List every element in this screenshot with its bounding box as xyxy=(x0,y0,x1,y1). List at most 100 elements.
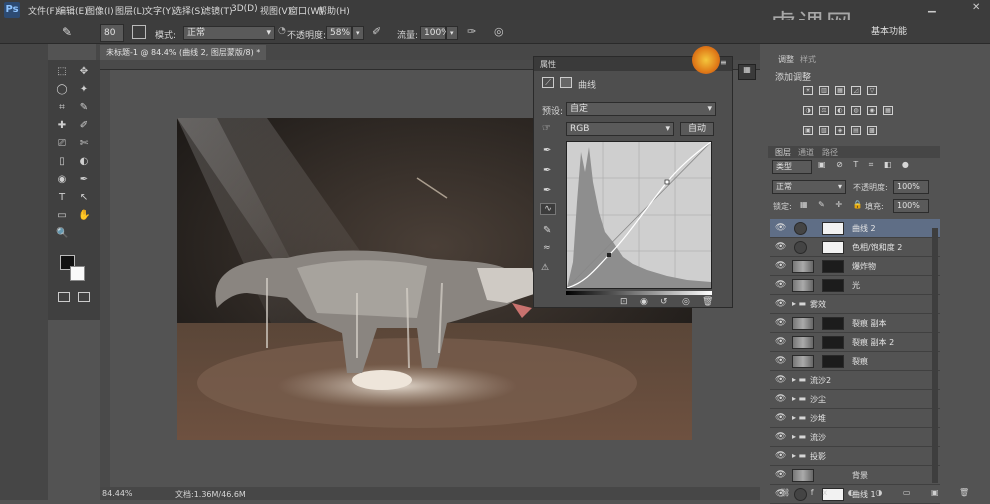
layer-row[interactable]: 👁 裂痕 xyxy=(770,352,940,371)
tab-layers[interactable]: 图层 xyxy=(775,147,791,158)
fill-input[interactable]: 100% xyxy=(893,199,929,213)
hand-icon[interactable]: ✋ xyxy=(78,210,90,222)
adjustment-icon[interactable]: ▩ xyxy=(867,126,877,135)
visibility-icon[interactable]: ◎ xyxy=(682,297,690,307)
background-color-swatch[interactable] xyxy=(70,266,85,281)
crop-icon[interactable]: ⌗ xyxy=(56,102,68,114)
flow-input[interactable]: 100% xyxy=(420,26,450,40)
adjustment-icon[interactable]: ⚖ xyxy=(819,106,829,115)
mask-thumbnail[interactable] xyxy=(822,279,844,292)
eye-icon[interactable]: 👁 xyxy=(775,333,786,352)
layer-row[interactable]: 👁 色相/饱和度 2 xyxy=(770,238,940,257)
eye-icon[interactable]: 👁 xyxy=(775,295,786,314)
eye-icon[interactable]: 👁 xyxy=(775,257,786,276)
folder-icon[interactable]: ▸ ▬ xyxy=(792,451,806,460)
histogram-warning-icon[interactable]: ⚠ xyxy=(541,263,549,273)
adjustment-icon[interactable]: ◉ xyxy=(867,106,877,115)
gray-eyedropper-icon[interactable]: ✒ xyxy=(543,165,551,176)
adjustment-icon[interactable]: ◍ xyxy=(851,106,861,115)
mask-thumbnail[interactable] xyxy=(822,317,844,330)
lock-icons[interactable]: ▦ ✎ ✛ 🔒 xyxy=(800,200,867,209)
workspace-select[interactable]: 基本功能 xyxy=(868,26,928,40)
adjustment-icon[interactable]: ▧ xyxy=(819,126,829,135)
mask-thumbnail[interactable] xyxy=(822,336,844,349)
marquee-icon[interactable]: ⬚ xyxy=(56,66,68,78)
layer-row[interactable]: 👁 ▸ ▬ 投影 xyxy=(770,447,940,466)
menu-item[interactable]: 文字(Y) xyxy=(144,4,175,17)
eyedropper-icon[interactable]: ✐ xyxy=(78,120,90,132)
mask-thumbnail[interactable] xyxy=(822,241,844,254)
shape-icon[interactable]: ▭ xyxy=(56,210,68,222)
airbrush-icon[interactable]: ✑ xyxy=(467,25,476,38)
eye-icon[interactable]: 👁 xyxy=(775,447,786,466)
adjustment-icon[interactable]: ☀ xyxy=(803,86,813,95)
brush-size-picker[interactable]: 80 xyxy=(100,24,124,42)
folder-icon[interactable]: ▸ ▬ xyxy=(792,375,806,384)
move-icon[interactable]: ✥ xyxy=(78,66,90,78)
eye-icon[interactable]: 👁 xyxy=(775,371,786,390)
eye-icon[interactable]: 👁 xyxy=(775,219,786,238)
layers-scrollbar[interactable] xyxy=(932,228,938,483)
adjustment-icon[interactable]: ◈ xyxy=(835,126,845,135)
eraser-icon[interactable]: ▯ xyxy=(56,156,68,168)
folder-icon[interactable]: ▸ ▬ xyxy=(792,299,806,308)
pencil-draw-icon[interactable]: ✎ xyxy=(543,225,551,236)
adjustment-icon[interactable]: ▽ xyxy=(867,86,877,95)
airbrush-pressure-icon[interactable]: ✐ xyxy=(372,25,381,38)
mask-thumbnail[interactable] xyxy=(822,260,844,273)
history-brush-icon[interactable]: ✄ xyxy=(78,138,90,150)
eye-icon[interactable]: 👁 xyxy=(775,428,786,447)
gradient-icon[interactable]: ◐ xyxy=(78,156,90,168)
eye-icon[interactable]: 👁 xyxy=(775,390,786,409)
styles-tab[interactable]: 样式 xyxy=(800,54,816,65)
close-button[interactable]: ✕ xyxy=(972,2,986,16)
tablet-size-icon[interactable]: ◎ xyxy=(494,25,504,38)
flow-dropdown[interactable]: ▾ xyxy=(446,26,458,40)
zoom-level[interactable]: 84.44% xyxy=(102,489,133,498)
layer-opacity-input[interactable]: 100% xyxy=(893,180,929,194)
menu-item[interactable]: 图层(L) xyxy=(115,4,145,17)
eye-icon[interactable]: 👁 xyxy=(775,466,786,485)
properties-collapsed-icon[interactable]: ▦ xyxy=(738,64,756,80)
eye-icon[interactable]: 👁 xyxy=(775,352,786,371)
layer-row[interactable]: 👁 ▸ ▬ 沙尘 xyxy=(770,390,940,409)
adjustment-icon[interactable]: ▦ xyxy=(835,86,845,95)
dodge-icon[interactable]: ◉ xyxy=(56,174,68,186)
menu-item[interactable]: 图像(I) xyxy=(86,4,114,17)
view-previous-icon[interactable]: ◉ xyxy=(640,297,648,307)
layer-row[interactable]: 👁 ▸ ▬ 沙堆 xyxy=(770,409,940,428)
blend-mode-select[interactable]: 正常 ▾ xyxy=(772,180,846,194)
layer-row[interactable]: 👁 ▸ ▬ 雾效 xyxy=(770,295,940,314)
layer-row[interactable]: 👁 ▸ ▬ 流沙 xyxy=(770,428,940,447)
opacity-dropdown[interactable]: ▾ xyxy=(352,26,364,40)
menu-item[interactable]: 视图(V) xyxy=(260,4,291,17)
eye-icon[interactable]: 👁 xyxy=(775,238,786,257)
trash-icon[interactable]: 🗑 xyxy=(702,297,713,307)
healing-icon[interactable]: ✚ xyxy=(56,120,68,132)
folder-icon[interactable]: ▸ ▬ xyxy=(792,394,806,403)
tab-channels[interactable]: 通道 xyxy=(798,147,814,158)
layer-row[interactable]: 👁 裂痕 副本 xyxy=(770,314,940,333)
black-eyedropper-icon[interactable]: ✒ xyxy=(543,145,551,156)
menu-item[interactable]: 文件(F) xyxy=(28,4,58,17)
adjustment-icon[interactable]: ▥ xyxy=(819,86,829,95)
minimize-button[interactable]: ▁ xyxy=(928,2,942,16)
layer-row[interactable]: 👁 光 xyxy=(770,276,940,295)
mode-select[interactable]: 正常 ▾ xyxy=(183,26,275,40)
mask-thumbnail[interactable] xyxy=(822,222,844,235)
adjustment-icon[interactable]: ▣ xyxy=(803,126,813,135)
eye-icon[interactable]: 👁 xyxy=(775,409,786,428)
mask-icon[interactable] xyxy=(560,77,572,88)
adjustment-icon[interactable]: ◑ xyxy=(803,106,813,115)
filter-icons[interactable]: ▣ ⊘ T ⌗ ◧ ● xyxy=(818,160,913,170)
curve-point-tool-icon[interactable]: ∿ xyxy=(540,203,556,215)
layer-row[interactable]: 👁 曲线 2 xyxy=(770,219,940,238)
mask-thumbnail[interactable] xyxy=(822,355,844,368)
layer-filter-select[interactable]: 类型 xyxy=(772,160,812,174)
pen-icon[interactable]: ✒ xyxy=(78,174,90,186)
quick-select-icon[interactable]: ✦ xyxy=(78,84,90,96)
white-eyedropper-icon[interactable]: ✒ xyxy=(543,185,551,196)
smooth-icon[interactable]: ≈ xyxy=(543,243,551,253)
eye-icon[interactable]: 👁 xyxy=(775,276,786,295)
hand-adjust-icon[interactable]: ☞ xyxy=(542,123,551,134)
